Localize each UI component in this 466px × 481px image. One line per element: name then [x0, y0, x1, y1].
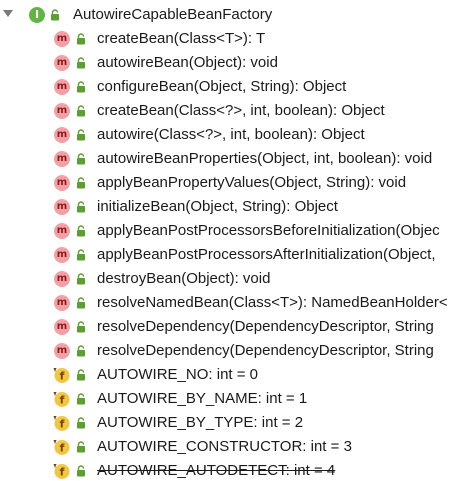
method-icon: m	[54, 175, 70, 191]
tree-node-method[interactable]: m autowire(Class<?>, int, boolean): Objec…	[0, 123, 466, 147]
method-signature: resolveDependency(DependencyDescriptor, …	[97, 318, 434, 335]
tree-node-method[interactable]: m autowireBean(Object): void	[0, 51, 466, 75]
field-declaration: AUTOWIRE_BY_NAME: int = 1	[97, 390, 308, 407]
field-declaration: AUTOWIRE_BY_TYPE: int = 2	[97, 414, 304, 431]
public-lock-icon	[76, 128, 86, 145]
method-signature: autowireBeanProperties(Object, int, bool…	[97, 150, 433, 167]
tree-node-interface[interactable]: I AutowireCapableBeanFactory	[0, 3, 466, 27]
method-icon: m	[54, 343, 70, 359]
interface-icon: I	[29, 7, 45, 23]
public-lock-icon	[76, 440, 86, 457]
expand-arrow-icon[interactable]	[3, 10, 13, 17]
method-signature: resolveNamedBean(Class<T>): NamedBeanHol…	[97, 294, 448, 311]
public-lock-icon	[76, 464, 86, 481]
method-signature: destroyBean(Object): void	[97, 270, 271, 287]
tree-node-method[interactable]: m applyBeanPostProcessorsAfterInitializat…	[0, 243, 466, 267]
tree-node-method[interactable]: m configureBean(Object, String): Object	[0, 75, 466, 99]
method-signature: createBean(Class<?>, int, boolean): Obje…	[97, 102, 385, 119]
tree-node-method[interactable]: m resolveDependency(DependencyDescriptor,…	[0, 315, 466, 339]
tree-node-field[interactable]: f AUTOWIRE_CONSTRUCTOR: int = 3	[0, 435, 466, 459]
public-lock-icon	[76, 224, 86, 241]
tree-node-method[interactable]: m resolveDependency(DependencyDescriptor,…	[0, 339, 466, 363]
tree-node-method[interactable]: m applyBeanPostProcessorsBeforeInitializa…	[0, 219, 466, 243]
tree-node-field[interactable]: f AUTOWIRE_BY_NAME: int = 1	[0, 387, 466, 411]
public-lock-icon	[76, 56, 86, 73]
method-signature: initializeBean(Object, String): Object	[97, 198, 338, 215]
method-icon: m	[54, 55, 70, 71]
method-icon: m	[54, 271, 70, 287]
tree-node-method[interactable]: m destroyBean(Object): void	[0, 267, 466, 291]
method-icon: m	[54, 31, 70, 47]
svg-text:f: f	[60, 394, 65, 407]
public-lock-icon	[76, 200, 86, 217]
static-field-icon: f	[52, 462, 70, 480]
method-icon: m	[54, 103, 70, 119]
public-lock-icon	[76, 272, 86, 289]
method-icon: m	[54, 247, 70, 263]
method-icon: m	[54, 199, 70, 215]
field-declaration: AUTOWIRE_AUTODETECT: int = 4	[97, 462, 336, 479]
public-lock-icon	[76, 152, 86, 169]
method-signature: resolveDependency(DependencyDescriptor, …	[97, 342, 434, 359]
public-lock-icon	[76, 80, 86, 97]
public-lock-icon	[76, 32, 86, 49]
tree-node-field[interactable]: f AUTOWIRE_AUTODETECT: int = 4	[0, 459, 466, 481]
method-signature: configureBean(Object, String): Object	[97, 78, 347, 95]
method-signature: applyBeanPropertyValues(Object, String):…	[97, 174, 407, 191]
tree-node-field[interactable]: f AUTOWIRE_NO: int = 0	[0, 363, 466, 387]
svg-text:f: f	[60, 466, 65, 479]
public-lock-icon	[50, 8, 60, 25]
static-field-icon: f	[52, 390, 70, 408]
method-icon: m	[54, 319, 70, 335]
static-field-icon: f	[52, 414, 70, 432]
tree-node-field[interactable]: f AUTOWIRE_BY_TYPE: int = 2	[0, 411, 466, 435]
public-lock-icon	[76, 104, 86, 121]
tree-node-method[interactable]: m createBean(Class<?>, int, boolean): Obj…	[0, 99, 466, 123]
method-icon: m	[54, 127, 70, 143]
method-signature: applyBeanPostProcessorsAfterInitializati…	[97, 246, 436, 263]
method-signature: applyBeanPostProcessorsBeforeInitializat…	[97, 222, 440, 239]
method-signature: autowireBean(Object): void	[97, 54, 278, 71]
svg-text:f: f	[60, 418, 65, 431]
field-declaration: AUTOWIRE_CONSTRUCTOR: int = 3	[97, 438, 352, 455]
method-icon: m	[54, 223, 70, 239]
tree-node-method[interactable]: m applyBeanPropertyValues(Object, String)…	[0, 171, 466, 195]
static-field-icon: f	[52, 366, 70, 384]
public-lock-icon	[76, 344, 86, 361]
public-lock-icon	[76, 392, 86, 409]
public-lock-icon	[76, 296, 86, 313]
field-declaration: AUTOWIRE_NO: int = 0	[97, 366, 259, 383]
tree-node-method[interactable]: m initializeBean(Object, String): Object	[0, 195, 466, 219]
public-lock-icon	[76, 248, 86, 265]
method-signature: createBean(Class<T>): T	[97, 30, 266, 47]
tree-node-method[interactable]: m autowireBeanProperties(Object, int, boo…	[0, 147, 466, 171]
public-lock-icon	[76, 368, 86, 385]
svg-text:f: f	[60, 370, 65, 383]
public-lock-icon	[76, 416, 86, 433]
tree-node-method[interactable]: m resolveNamedBean(Class<T>): NamedBeanHo…	[0, 291, 466, 315]
method-icon: m	[54, 151, 70, 167]
public-lock-icon	[76, 176, 86, 193]
method-icon: m	[54, 79, 70, 95]
method-icon: m	[54, 295, 70, 311]
public-lock-icon	[76, 320, 86, 337]
structure-tree: I AutowireCapableBeanFactory m createBean…	[0, 0, 466, 481]
svg-text:f: f	[60, 442, 65, 455]
tree-node-method[interactable]: m createBean(Class<T>): T	[0, 27, 466, 51]
static-field-icon: f	[52, 438, 70, 456]
method-signature: autowire(Class<?>, int, boolean): Object	[97, 126, 365, 143]
interface-name: AutowireCapableBeanFactory	[73, 6, 273, 23]
